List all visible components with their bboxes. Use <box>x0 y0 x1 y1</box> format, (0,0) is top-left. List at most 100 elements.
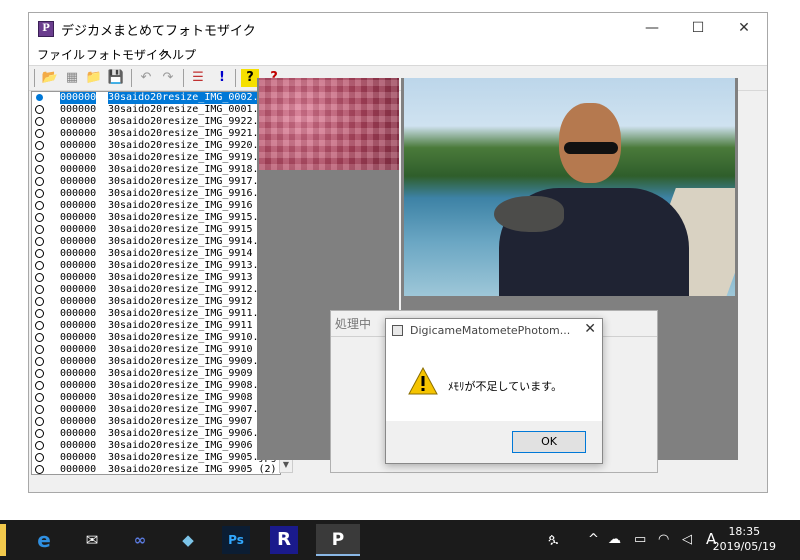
radio-icon[interactable] <box>35 285 44 294</box>
radio-icon[interactable] <box>35 369 44 378</box>
file-list-row[interactable]: 000000 30saido20resize_IMG_9916.jpg <box>32 188 280 200</box>
radio-icon[interactable] <box>35 297 44 306</box>
radio-icon[interactable] <box>35 345 44 354</box>
file-list-row[interactable]: 000000 30saido20resize_IMG_9915 (2).jp <box>32 224 280 236</box>
radio-icon[interactable] <box>35 441 44 450</box>
edge-icon[interactable]: e <box>28 524 60 556</box>
exclamation-icon[interactable]: ! <box>213 69 231 87</box>
file-list-row[interactable]: 000000 30saido20resize_IMG_9915.jpg <box>32 212 280 224</box>
file-code: 000000 <box>60 176 97 187</box>
file-list-row[interactable]: 000000 30saido20resize_IMG_9909.jpg <box>32 356 280 368</box>
menu-photomosaic[interactable]: フォトモザイク <box>86 46 170 63</box>
file-list-row[interactable]: 000000 30saido20resize_IMG_9913.jpg <box>32 260 280 272</box>
file-list-row[interactable]: 000000 30saido20resize_IMG_9919.jpg <box>32 152 280 164</box>
close-button[interactable]: ✕ <box>721 13 767 43</box>
prism-icon[interactable]: ◆ <box>172 524 204 556</box>
people-icon[interactable]: ጷ <box>548 532 558 547</box>
file-list-row[interactable]: 000000 30saido20resize_IMG_9909 (2).jp <box>32 368 280 380</box>
radio-icon[interactable] <box>35 333 44 342</box>
file-list-row[interactable]: 000000 30saido20resize_IMG_9920.jpg <box>32 140 280 152</box>
infinity-icon[interactable]: ∞ <box>124 524 156 556</box>
radio-icon[interactable] <box>35 237 44 246</box>
r-app-icon[interactable]: R <box>270 526 298 554</box>
image-icon[interactable]: ▦ <box>63 69 81 87</box>
chevron-up-icon[interactable]: ^ <box>588 532 599 547</box>
file-list-row[interactable]: 000000 30saido20resize_IMG_9912.jpg <box>32 284 280 296</box>
radio-icon[interactable] <box>35 273 44 282</box>
scroll-down-icon[interactable]: ▼ <box>280 458 292 472</box>
radio-icon[interactable] <box>35 321 44 330</box>
file-list-row[interactable]: 000000 30saido20resize_IMG_0001.jpg <box>32 104 280 116</box>
file-list-row[interactable]: 000000 30saido20resize_IMG_9905 (2).jp <box>32 464 280 474</box>
radio-icon[interactable] <box>35 213 44 222</box>
file-list-row[interactable]: 000000 30saido20resize_IMG_9916 (2).jp <box>32 200 280 212</box>
wifi-icon[interactable]: ◠ <box>658 532 669 547</box>
file-list-row[interactable]: 000000 30saido20resize_IMG_9911.jpg <box>32 308 280 320</box>
file-list-row[interactable]: 000000 30saido20resize_IMG_9913 (2).jp <box>32 272 280 284</box>
radio-icon[interactable] <box>35 201 44 210</box>
file-list-row[interactable]: 000000 30saido20resize_IMG_9907 (2).jp <box>32 416 280 428</box>
mail-icon[interactable]: ✉ <box>76 524 108 556</box>
minimize-button[interactable]: — <box>629 13 675 43</box>
folder-icon[interactable]: 📁 <box>85 69 103 87</box>
radio-icon[interactable] <box>35 381 44 390</box>
radio-icon[interactable] <box>35 141 44 150</box>
ok-button[interactable]: OK <box>512 431 586 453</box>
file-list-row[interactable]: 000000 30saido20resize_IMG_9912 (2).jp <box>32 296 280 308</box>
file-list-row[interactable]: 000000 30saido20resize_IMG_9906 (2).jp <box>32 440 280 452</box>
volume-icon[interactable]: ◁ <box>682 532 692 547</box>
radio-icon[interactable] <box>35 105 44 114</box>
photoshop-icon[interactable]: Ps <box>222 526 250 554</box>
taskbar-clock[interactable]: 18:35 2019/05/19 <box>713 524 776 554</box>
file-list-row[interactable]: 000000 30saido20resize_IMG_9914 (2).jp <box>32 248 280 260</box>
radio-icon[interactable] <box>35 405 44 414</box>
file-list-row[interactable]: 000000 30saido20resize_IMG_9908 (2).jp <box>32 392 280 404</box>
file-list-row[interactable]: 000000 30saido20resize_IMG_9907.jpg <box>32 404 280 416</box>
radio-icon[interactable] <box>35 417 44 426</box>
file-list[interactable]: 000000 30saido20resize_IMG_0002.jpg 000000… <box>31 91 281 475</box>
file-list-row[interactable]: 000000 30saido20resize_IMG_0002.jpg <box>32 92 280 104</box>
radio-icon[interactable] <box>35 309 44 318</box>
radio-icon[interactable] <box>35 165 44 174</box>
file-list-row[interactable]: 000000 30saido20resize_IMG_9905.jpg <box>32 452 280 464</box>
radio-icon[interactable] <box>35 117 44 126</box>
radio-icon[interactable] <box>35 225 44 234</box>
undo-icon[interactable]: ↶ <box>137 69 155 87</box>
file-list-row[interactable]: 000000 30saido20resize_IMG_9908.jpg <box>32 380 280 392</box>
radio-icon[interactable] <box>35 465 44 474</box>
dialog-close-button[interactable]: ✕ <box>584 321 596 337</box>
radio-icon[interactable] <box>35 129 44 138</box>
file-list-row[interactable]: 000000 30saido20resize_IMG_9910 (2).jp <box>32 344 280 356</box>
file-list-row[interactable]: 000000 30saido20resize_IMG_9921.jpg <box>32 128 280 140</box>
file-list-row[interactable]: 000000 30saido20resize_IMG_9917.jpg <box>32 176 280 188</box>
file-list-row[interactable]: 000000 30saido20resize_IMG_9914.jpg <box>32 236 280 248</box>
file-list-row[interactable]: 000000 30saido20resize_IMG_9918.jpg <box>32 164 280 176</box>
open-folder-icon[interactable]: 📂 <box>41 69 59 87</box>
radio-icon[interactable] <box>35 429 44 438</box>
photomosaic-app-icon[interactable]: P <box>316 524 360 556</box>
menu-file[interactable]: ファイル <box>37 46 85 63</box>
file-list-row[interactable]: 000000 30saido20resize_IMG_9906.jpg <box>32 428 280 440</box>
file-list-row[interactable]: 000000 30saido20resize_IMG_9911 (2).jp <box>32 320 280 332</box>
radio-icon[interactable] <box>35 393 44 402</box>
file-list-row[interactable]: 000000 30saido20resize_IMG_9910.jpg <box>32 332 280 344</box>
radio-icon[interactable] <box>35 453 44 462</box>
radio-icon[interactable] <box>35 93 44 102</box>
radio-icon[interactable] <box>35 261 44 270</box>
file-list-row[interactable]: 000000 30saido20resize_IMG_9922.jpg <box>32 116 280 128</box>
radio-icon[interactable] <box>35 249 44 258</box>
save-icon[interactable]: 💾 <box>107 69 125 87</box>
list-icon[interactable]: ☰ <box>189 69 207 87</box>
title-bar[interactable]: P デジカメまとめてフォトモザイク — ☐ ✕ <box>29 13 767 43</box>
radio-icon[interactable] <box>35 189 44 198</box>
maximize-button[interactable]: ☐ <box>675 13 721 43</box>
cloud-icon[interactable]: ☁ <box>608 532 621 547</box>
radio-icon[interactable] <box>35 177 44 186</box>
battery-icon[interactable]: ▭ <box>634 532 646 547</box>
redo-icon[interactable]: ↷ <box>159 69 177 87</box>
radio-icon[interactable] <box>35 357 44 366</box>
taskbar-edge-app[interactable] <box>0 524 6 556</box>
radio-icon[interactable] <box>35 153 44 162</box>
dialog-title-bar[interactable]: DigicameMatometePhotom... ✕ <box>386 319 602 343</box>
menu-help[interactable]: ヘルプ <box>160 46 196 63</box>
